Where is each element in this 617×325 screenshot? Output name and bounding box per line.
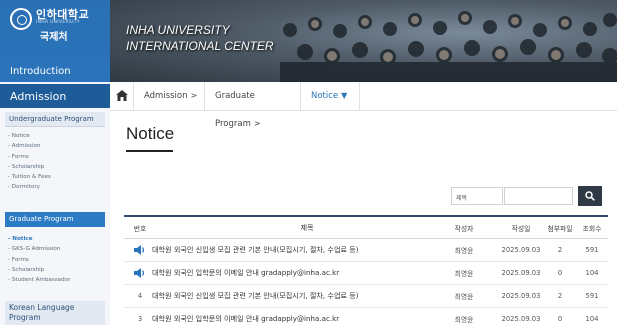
- notice-table: 번호 제목 작성자 작성일 첨부파일 조회수 대학원 외국인 신입생 모집 관련…: [124, 215, 608, 325]
- search-icon: [585, 191, 595, 201]
- row-date: 2025.09.03: [501, 292, 541, 300]
- breadcrumb: Admission > Graduate Program > Notice ▼: [110, 82, 617, 129]
- row-author: 최영윤: [454, 270, 474, 278]
- row-author: 최영윤: [454, 316, 474, 324]
- title-underline: [126, 150, 173, 152]
- col-header-author: 작성자: [454, 224, 474, 233]
- sidebar-item-ug-forms[interactable]: - Forms: [8, 152, 51, 162]
- row-title-link[interactable]: 대학원 외국인 신입생 모집 관련 기본 안내(모집시기, 절차, 수업료 등): [152, 239, 462, 261]
- kl-header-line1: Korean Language: [9, 303, 75, 312]
- row-attachments: 0: [557, 315, 563, 323]
- sidebar-item-ug-notice[interactable]: - Notice: [8, 131, 51, 141]
- page-title: Notice: [126, 124, 175, 143]
- nav-admission[interactable]: Admission: [0, 84, 110, 108]
- nav-introduction[interactable]: Introduction: [10, 66, 71, 77]
- row-date: 2025.09.03: [501, 246, 541, 254]
- search-button[interactable]: [578, 186, 602, 206]
- sidebar-item-gp-notice[interactable]: - Notice: [8, 234, 70, 244]
- row-attachments: 2: [557, 246, 563, 254]
- banner-title-line1: INHA UNIVERSITY: [126, 23, 230, 37]
- table-row[interactable]: 4 대학원 외국인 신입생 모집 관련 기본 안내(모집시기, 절차, 수업료 …: [124, 285, 608, 308]
- row-date: 2025.09.03: [501, 315, 541, 323]
- sidebar: 인하대학교 INHA UNIVERSITY 국제처 Introduction A…: [0, 0, 110, 325]
- row-date: 2025.09.03: [501, 269, 541, 277]
- graduate-submenu: - Notice - GKS-G Admission - Forms - Sch…: [8, 234, 70, 285]
- col-header-date: 작성일: [511, 224, 531, 233]
- row-author: 최영윤: [454, 247, 474, 255]
- breadcrumb-graduate-label: Graduate Program: [215, 91, 255, 129]
- breadcrumb-graduate-program[interactable]: Graduate Program >: [205, 82, 301, 129]
- row-title-link[interactable]: 대학원 외국인 신입생 모집 관련 기본 안내(모집시기, 절차, 수업료 등): [152, 285, 462, 307]
- speaker-icon: [134, 268, 145, 278]
- row-attachments: 2: [557, 292, 563, 300]
- table-row[interactable]: 대학원 외국인 입학문의 이메일 안내 gradapply@inha.ac.kr…: [124, 262, 608, 285]
- sidebar-item-ug-tuition[interactable]: - Tuition & Fees: [8, 172, 51, 182]
- row-views: 591: [585, 292, 599, 300]
- row-views: 591: [585, 246, 599, 254]
- sidebar-item-ug-scholarship[interactable]: - Scholarship: [8, 162, 51, 172]
- row-attachments: 0: [557, 269, 563, 277]
- logo-department: 국제처: [40, 32, 68, 43]
- logo-english-name: INHA UNIVERSITY: [36, 20, 80, 25]
- search-input[interactable]: [504, 187, 573, 205]
- sidebar-item-gp-forms[interactable]: - Forms: [8, 255, 70, 265]
- undergraduate-submenu: - Notice - Admission - Forms - Scholarsh…: [8, 131, 51, 193]
- chevron-down-icon: ▼: [341, 91, 348, 100]
- undergraduate-program-header[interactable]: Undergraduate Program: [5, 112, 105, 127]
- table-row[interactable]: 3 대학원 외국인 입학문의 이메일 안내 gradapply@inha.ac.…: [124, 308, 608, 325]
- breadcrumb-notice-label: Notice: [311, 91, 339, 101]
- chevron-right-icon: >: [253, 119, 261, 128]
- banner-title: INHA UNIVERSITY INTERNATIONAL CENTER: [126, 22, 274, 54]
- table-row[interactable]: 대학원 외국인 신입생 모집 관련 기본 안내(모집시기, 절차, 수업료 등)…: [124, 239, 608, 262]
- row-views: 104: [585, 269, 599, 277]
- sidebar-item-ug-admission[interactable]: - Admission: [8, 141, 51, 151]
- university-logo[interactable]: 인하대학교 INHA UNIVERSITY 국제처 Introduction: [0, 0, 110, 82]
- row-title-link[interactable]: 대학원 외국인 입학문의 이메일 안내 gradapply@inha.ac.kr: [152, 308, 462, 325]
- home-icon: [116, 90, 128, 101]
- sidebar-item-gp-ambassador[interactable]: - Student Ambassador: [8, 275, 70, 285]
- header-banner: INHA UNIVERSITY INTERNATIONAL CENTER: [110, 0, 617, 82]
- banner-title-line2: INTERNATIONAL CENTER: [126, 39, 274, 53]
- korean-language-program-header[interactable]: Korean Language Program: [5, 301, 105, 325]
- table-header: 번호 제목 작성자 작성일 첨부파일 조회수: [124, 215, 608, 239]
- breadcrumb-admission[interactable]: Admission >: [134, 82, 205, 110]
- sidebar-item-gp-gks[interactable]: - GKS-G Admission: [8, 244, 70, 254]
- sidebar-item-ug-dormitory[interactable]: - Dormitory: [8, 182, 51, 192]
- chevron-right-icon: >: [190, 91, 198, 100]
- breadcrumb-notice[interactable]: Notice ▼: [301, 82, 360, 110]
- speaker-icon: [134, 245, 145, 255]
- row-views: 104: [585, 315, 599, 323]
- breadcrumb-admission-label: Admission: [144, 91, 188, 101]
- col-header-title: 제목: [300, 222, 314, 232]
- sidebar-item-gp-scholarship[interactable]: - Scholarship: [8, 265, 70, 275]
- kl-header-line2: Program: [9, 313, 41, 322]
- home-button[interactable]: [110, 82, 134, 110]
- row-author: 최영윤: [454, 293, 474, 301]
- row-title-link[interactable]: 대학원 외국인 입학문의 이메일 안내 gradapply@inha.ac.kr: [152, 262, 462, 284]
- search-field-select[interactable]: 제목: [451, 187, 503, 205]
- col-header-views: 조회수: [582, 224, 602, 233]
- graduate-program-header[interactable]: Graduate Program: [5, 212, 105, 227]
- emblem-icon: [10, 8, 32, 30]
- col-header-attachments: 첨부파일: [547, 224, 573, 233]
